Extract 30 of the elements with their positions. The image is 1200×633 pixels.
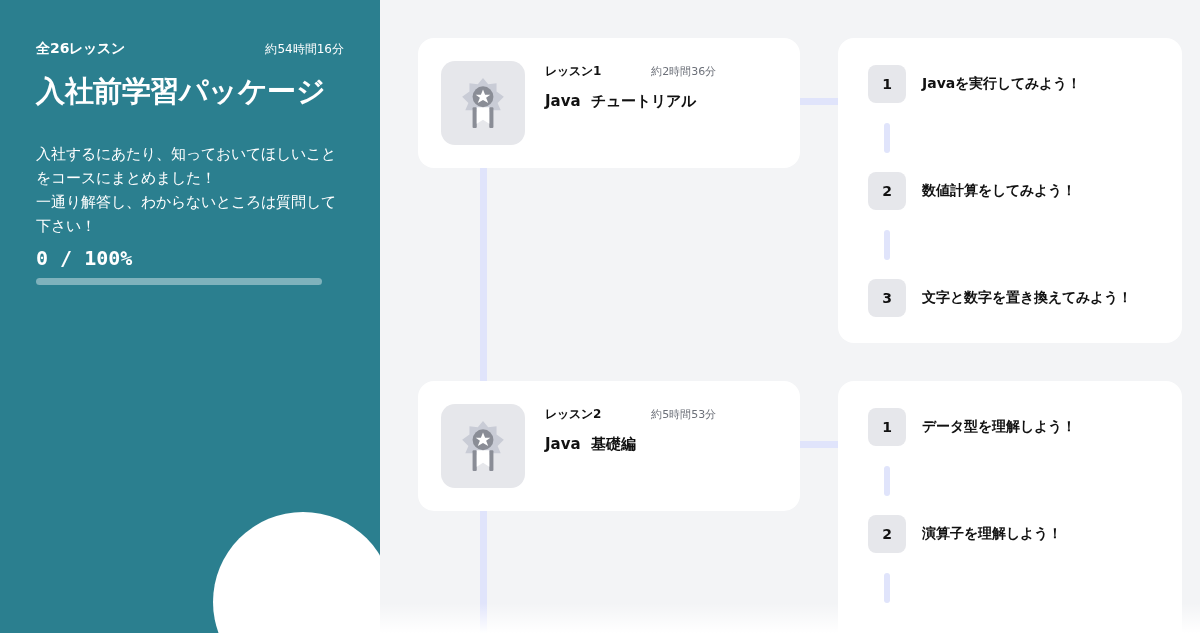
medal-icon — [441, 61, 525, 145]
lesson-title: Java 基礎編 — [545, 435, 638, 454]
course-description: 一通り解答し、わからないところは質問して下さい！ — [36, 193, 337, 236]
lesson-card[interactable]: レッスン1 約2時間36分 Java チュートリアル — [418, 38, 800, 168]
lesson-card[interactable]: レッスン2 約5時間53分 Java 基礎編 — [418, 381, 800, 511]
lesson-duration: 約2時間36分 — [651, 64, 717, 79]
step-title[interactable]: 文字と数字を置き換えてみよう！ — [922, 289, 1132, 307]
course-title: 入社前学習パッケージ — [36, 73, 326, 110]
step-number: 1 — [868, 65, 906, 103]
dashed-connector — [884, 123, 890, 153]
lesson-label: レッスン1 — [545, 63, 602, 80]
step-number: 1 — [868, 408, 906, 446]
lesson-label: レッスン2 — [545, 406, 602, 423]
step-title[interactable]: Javaを実行してみよう！ — [922, 75, 1082, 93]
lesson-title: Java チュートリアル — [545, 92, 698, 111]
medal-icon — [441, 404, 525, 488]
dashed-connector — [884, 230, 890, 260]
progress-text: 0 / 100% — [36, 246, 134, 270]
dashed-connector — [884, 466, 890, 496]
step-number: 3 — [868, 279, 906, 317]
total-duration: 約54時間16分 — [265, 41, 344, 58]
step-title[interactable]: 演算子を理解しよう！ — [922, 525, 1062, 543]
lesson-duration: 約5時間53分 — [651, 407, 717, 422]
step-number: 2 — [868, 172, 906, 210]
dashed-connector — [884, 573, 890, 603]
lesson-count: 全26レッスン — [36, 40, 126, 58]
step-number: 2 — [868, 515, 906, 553]
step-title[interactable]: 数値計算をしてみよう！ — [922, 182, 1076, 200]
step-title[interactable]: データ型を理解しよう！ — [922, 418, 1076, 436]
course-description: 入社するにあたり、知っておいてほしいことをコースにまとめました！ — [36, 145, 337, 188]
